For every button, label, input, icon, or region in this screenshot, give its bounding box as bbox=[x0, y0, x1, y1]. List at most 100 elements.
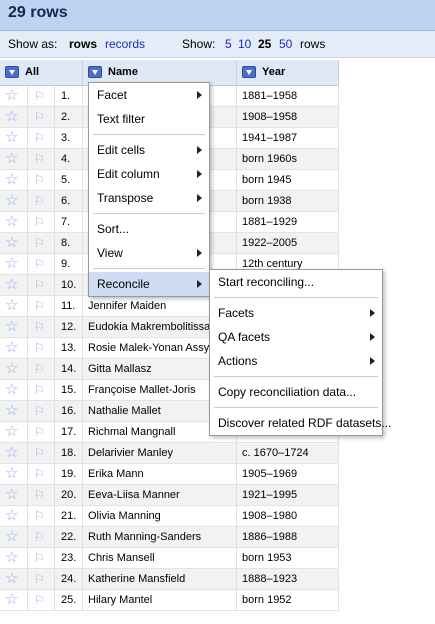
star-icon[interactable]: ☆ bbox=[5, 171, 18, 188]
page-size-50[interactable]: 50 bbox=[279, 37, 292, 51]
year-cell[interactable]: 1881–1929 bbox=[237, 212, 339, 233]
flag-cell[interactable]: ⚐ bbox=[28, 401, 55, 422]
star-cell[interactable]: ☆ bbox=[0, 212, 28, 233]
name-dropdown-icon[interactable] bbox=[88, 66, 102, 78]
menu-item-edit-column[interactable]: Edit column bbox=[89, 162, 209, 186]
menu-item-qa-facets[interactable]: QA facets bbox=[210, 325, 382, 349]
year-cell[interactable]: born 1960s bbox=[237, 149, 339, 170]
year-cell[interactable]: 1908–1980 bbox=[237, 506, 339, 527]
star-icon[interactable]: ☆ bbox=[5, 486, 18, 503]
star-icon[interactable]: ☆ bbox=[5, 213, 18, 230]
menu-item-text-filter[interactable]: Text filter bbox=[89, 107, 209, 131]
star-icon[interactable]: ☆ bbox=[5, 465, 18, 482]
page-size-5[interactable]: 5 bbox=[225, 37, 232, 51]
star-icon[interactable]: ☆ bbox=[5, 276, 18, 293]
year-cell[interactable]: 1908–1958 bbox=[237, 107, 339, 128]
flag-cell[interactable]: ⚐ bbox=[28, 149, 55, 170]
flag-cell[interactable]: ⚐ bbox=[28, 422, 55, 443]
menu-item-edit-cells[interactable]: Edit cells bbox=[89, 138, 209, 162]
star-icon[interactable]: ☆ bbox=[5, 423, 18, 440]
star-icon[interactable]: ☆ bbox=[5, 318, 18, 335]
menu-item-discover-rdf[interactable]: Discover related RDF datasets... bbox=[210, 411, 391, 435]
year-cell[interactable]: born 1953 bbox=[237, 548, 339, 569]
menu-item-reconcile[interactable]: Reconcile bbox=[89, 272, 209, 296]
star-cell[interactable]: ☆ bbox=[0, 443, 28, 464]
menu-item-facet[interactable]: Facet bbox=[89, 83, 209, 107]
flag-icon[interactable]: ⚐ bbox=[34, 488, 45, 502]
year-cell[interactable]: 1886–1988 bbox=[237, 527, 339, 548]
flag-icon[interactable]: ⚐ bbox=[34, 467, 45, 481]
name-cell[interactable]: Katherine Mansfield bbox=[83, 569, 237, 590]
flag-icon[interactable]: ⚐ bbox=[34, 89, 45, 103]
star-cell[interactable]: ☆ bbox=[0, 464, 28, 485]
flag-icon[interactable]: ⚐ bbox=[34, 383, 45, 397]
star-cell[interactable]: ☆ bbox=[0, 86, 28, 107]
flag-icon[interactable]: ⚐ bbox=[34, 341, 45, 355]
star-icon[interactable]: ☆ bbox=[5, 87, 18, 104]
flag-cell[interactable]: ⚐ bbox=[28, 338, 55, 359]
star-icon[interactable]: ☆ bbox=[5, 150, 18, 167]
flag-cell[interactable]: ⚐ bbox=[28, 191, 55, 212]
flag-icon[interactable]: ⚐ bbox=[34, 509, 45, 523]
flag-icon[interactable]: ⚐ bbox=[34, 236, 45, 250]
flag-cell[interactable]: ⚐ bbox=[28, 107, 55, 128]
flag-cell[interactable]: ⚐ bbox=[28, 359, 55, 380]
star-cell[interactable]: ☆ bbox=[0, 338, 28, 359]
flag-cell[interactable]: ⚐ bbox=[28, 296, 55, 317]
flag-cell[interactable]: ⚐ bbox=[28, 548, 55, 569]
star-cell[interactable]: ☆ bbox=[0, 569, 28, 590]
star-icon[interactable]: ☆ bbox=[5, 444, 18, 461]
menu-item-view[interactable]: View bbox=[89, 241, 209, 265]
star-cell[interactable]: ☆ bbox=[0, 401, 28, 422]
star-cell[interactable]: ☆ bbox=[0, 170, 28, 191]
menu-item-facets[interactable]: Facets bbox=[210, 301, 382, 325]
star-cell[interactable]: ☆ bbox=[0, 527, 28, 548]
star-cell[interactable]: ☆ bbox=[0, 233, 28, 254]
star-icon[interactable]: ☆ bbox=[5, 339, 18, 356]
flag-icon[interactable]: ⚐ bbox=[34, 215, 45, 229]
year-cell[interactable]: born 1952 bbox=[237, 590, 339, 611]
star-cell[interactable]: ☆ bbox=[0, 380, 28, 401]
flag-icon[interactable]: ⚐ bbox=[34, 551, 45, 565]
star-cell[interactable]: ☆ bbox=[0, 149, 28, 170]
flag-icon[interactable]: ⚐ bbox=[34, 446, 45, 460]
flag-icon[interactable]: ⚐ bbox=[34, 572, 45, 586]
name-cell[interactable]: Ruth Manning-Sanders bbox=[83, 527, 237, 548]
flag-cell[interactable]: ⚐ bbox=[28, 317, 55, 338]
flag-icon[interactable]: ⚐ bbox=[34, 173, 45, 187]
star-cell[interactable]: ☆ bbox=[0, 590, 28, 611]
name-cell[interactable]: Eeva-Liisa Manner bbox=[83, 485, 237, 506]
flag-cell[interactable]: ⚐ bbox=[28, 569, 55, 590]
star-icon[interactable]: ☆ bbox=[5, 192, 18, 209]
star-cell[interactable]: ☆ bbox=[0, 275, 28, 296]
flag-icon[interactable]: ⚐ bbox=[34, 320, 45, 334]
star-icon[interactable]: ☆ bbox=[5, 108, 18, 125]
flag-icon[interactable]: ⚐ bbox=[34, 593, 45, 607]
flag-cell[interactable]: ⚐ bbox=[28, 170, 55, 191]
flag-cell[interactable]: ⚐ bbox=[28, 485, 55, 506]
star-cell[interactable]: ☆ bbox=[0, 359, 28, 380]
flag-icon[interactable]: ⚐ bbox=[34, 257, 45, 271]
name-cell[interactable]: Chris Mansell bbox=[83, 548, 237, 569]
year-cell[interactable]: 1922–2005 bbox=[237, 233, 339, 254]
page-size-10[interactable]: 10 bbox=[238, 37, 251, 51]
mode-rows[interactable]: rows bbox=[69, 37, 97, 51]
flag-icon[interactable]: ⚐ bbox=[34, 152, 45, 166]
menu-item-transpose[interactable]: Transpose bbox=[89, 186, 209, 210]
flag-cell[interactable]: ⚐ bbox=[28, 233, 55, 254]
menu-item-actions[interactable]: Actions bbox=[210, 349, 382, 373]
star-cell[interactable]: ☆ bbox=[0, 191, 28, 212]
star-cell[interactable]: ☆ bbox=[0, 107, 28, 128]
flag-cell[interactable]: ⚐ bbox=[28, 275, 55, 296]
flag-icon[interactable]: ⚐ bbox=[34, 404, 45, 418]
flag-cell[interactable]: ⚐ bbox=[28, 380, 55, 401]
flag-icon[interactable]: ⚐ bbox=[34, 278, 45, 292]
flag-cell[interactable]: ⚐ bbox=[28, 464, 55, 485]
flag-cell[interactable]: ⚐ bbox=[28, 443, 55, 464]
star-icon[interactable]: ☆ bbox=[5, 381, 18, 398]
star-icon[interactable]: ☆ bbox=[5, 528, 18, 545]
year-cell[interactable]: 1905–1969 bbox=[237, 464, 339, 485]
name-cell[interactable]: Hilary Mantel bbox=[83, 590, 237, 611]
year-cell[interactable]: 1941–1987 bbox=[237, 128, 339, 149]
year-cell[interactable]: born 1938 bbox=[237, 191, 339, 212]
